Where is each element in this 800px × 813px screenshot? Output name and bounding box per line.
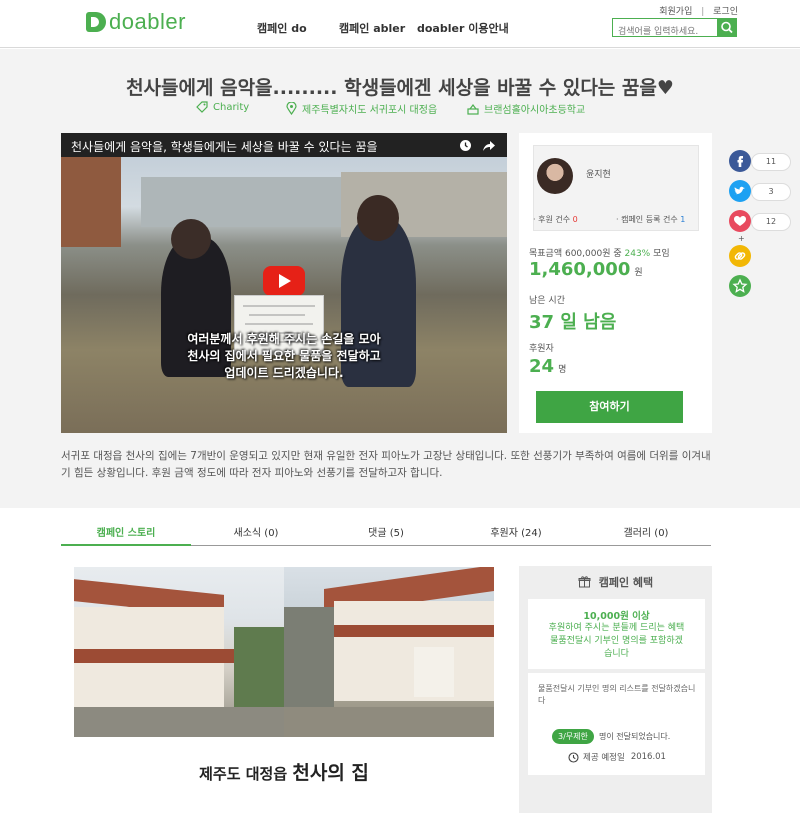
campaign-location: 제주특별자치도 서귀포시 대정읍 — [286, 101, 437, 116]
tag-icon — [196, 101, 208, 113]
share-icon[interactable] — [482, 139, 496, 152]
star-icon — [732, 278, 748, 293]
creator-avatar[interactable] — [537, 158, 573, 194]
backers-count: 24 명 — [529, 356, 567, 377]
reward-option[interactable]: 10,000원 이상 후원하여 주시는 분들께 드리는 혜택 물품전달시 기부인… — [528, 599, 705, 669]
search-box — [612, 18, 737, 41]
twitter-count: 3 — [751, 183, 791, 201]
register-count-stat: · 캠페인 등록 건수 1 — [616, 215, 686, 224]
facebook-share-button[interactable] — [729, 150, 751, 172]
link-icon — [734, 252, 746, 260]
video-title: 천사들에게 음악을, 학생들에게는 세상을 바꿀 수 있다는 꿈을 — [71, 140, 378, 154]
tab-backers[interactable]: 후원자 (24) — [451, 524, 581, 539]
favorite-button[interactable] — [729, 275, 751, 297]
heart-icon — [734, 216, 746, 226]
school-icon — [467, 103, 479, 115]
login-link[interactable]: 로그인 — [713, 7, 738, 17]
backers-label: 후원자 — [529, 344, 554, 354]
remaining-time: 37 일 남음 — [529, 312, 617, 333]
site-header: doabler 캠페인 do 캠페인 abler doabler 이용안내 회원… — [0, 0, 800, 48]
campaign-title: 천사들에게 음악을......... 학생들에겐 세상을 바꿀 수 있다는 꿈을… — [126, 77, 674, 99]
twitter-share-button[interactable] — [729, 180, 751, 202]
remaining-time-label: 남은 시간 — [529, 296, 565, 306]
copy-link-button[interactable] — [729, 245, 751, 267]
location-label: 제주특별자치도 서귀포시 대정읍 — [302, 105, 438, 116]
campaign-category[interactable]: Charity — [196, 101, 249, 113]
reward-delivered-text: 명이 전달되었습니다. — [599, 732, 671, 741]
tab-news[interactable]: 새소식 (0) — [191, 524, 321, 539]
campaign-video[interactable]: 천사들에게 음악을, 학생들에게는 세상을 바꿀 수 있다는 꿈을 여러분께서 … — [61, 133, 507, 433]
join-button[interactable]: 참여하기 — [536, 391, 683, 423]
sponsor-count-stat: · 후원 건수 0 — [533, 215, 578, 224]
watch-later-icon[interactable] — [459, 139, 472, 152]
facebook-count: 11 — [751, 153, 791, 171]
reward-note: 물품전달시 기부인 명의 리스트를 전달하겠습니다 — [538, 684, 696, 705]
story-photo-house-1 — [74, 567, 284, 737]
creator-name[interactable]: 윤지현 — [586, 167, 611, 180]
clock-icon — [568, 751, 579, 763]
raised-amount: 1,460,000 원 — [529, 259, 643, 280]
tab-comments[interactable]: 댓글 (5) — [321, 524, 451, 539]
logo-mark-icon — [86, 12, 106, 32]
video-title-bar: 천사들에게 음악을, 학생들에게는 세상을 바꿀 수 있다는 꿈을 — [61, 133, 507, 157]
reward-quantity-badge: 3/무제한 — [552, 729, 594, 744]
location-pin-icon — [286, 102, 297, 115]
reward-detail: 물품전달시 기부인 명의 리스트를 전달하겠습니다 3/무제한 명이 전달되었습… — [528, 673, 705, 775]
campaign-tabs: 캠페인 스토리 새소식 (0) 댓글 (5) 후원자 (24) 갤러리 (0) — [61, 518, 711, 546]
gift-icon — [578, 576, 591, 588]
nav-campaign-do[interactable]: 캠페인 do — [257, 20, 307, 36]
nav-campaign-abler[interactable]: 캠페인 abler — [339, 20, 405, 36]
organization-label: 브랜섬홀아시아초등학교 — [484, 105, 586, 116]
search-input[interactable] — [613, 23, 717, 41]
signup-link[interactable]: 회원가입 — [659, 7, 692, 17]
logo-text: doabler — [109, 9, 186, 34]
campaign-description: 서귀포 대정읍 천사의 집에는 7개반이 운영되고 있지만 현재 유일한 전자 … — [61, 450, 711, 479]
story-photo-house-2 — [284, 567, 494, 737]
active-tab-indicator — [61, 544, 191, 546]
video-subtitle: 여러분께서 후원해 주시는 손길을 모아 천사의 집에서 필요한 물품을 전달하… — [187, 332, 381, 380]
account-links: 회원가입 | 로그인 — [659, 4, 738, 17]
doabler-logo[interactable]: doabler — [86, 9, 186, 34]
facebook-icon — [737, 156, 743, 167]
play-button[interactable] — [263, 266, 305, 296]
like-count: 12 — [751, 213, 791, 231]
tab-gallery[interactable]: 갤러리 (0) — [581, 524, 711, 539]
tab-story[interactable]: 캠페인 스토리 — [61, 524, 191, 539]
reward-title: 10,000원 이상 — [583, 611, 650, 622]
search-button[interactable] — [717, 18, 737, 37]
search-icon — [721, 21, 733, 34]
twitter-icon — [734, 186, 745, 195]
nav-guide[interactable]: doabler 이용안내 — [417, 20, 509, 36]
campaign-organization: 브랜섬홀아시아초등학교 — [467, 101, 585, 116]
story-caption: 제주도 대정읍 천사의 집 — [199, 762, 369, 784]
category-label: Charity — [213, 101, 250, 113]
goal-summary: 목표금액 600,000원 중 243% 모임 — [529, 249, 670, 259]
delivery-date: 제공 예정일 2016.01 — [568, 751, 666, 763]
like-button[interactable] — [729, 210, 751, 232]
reward-header: 캠페인 혜택 — [519, 574, 712, 590]
plus-icon: + — [738, 234, 745, 243]
link-separator: | — [701, 7, 705, 17]
